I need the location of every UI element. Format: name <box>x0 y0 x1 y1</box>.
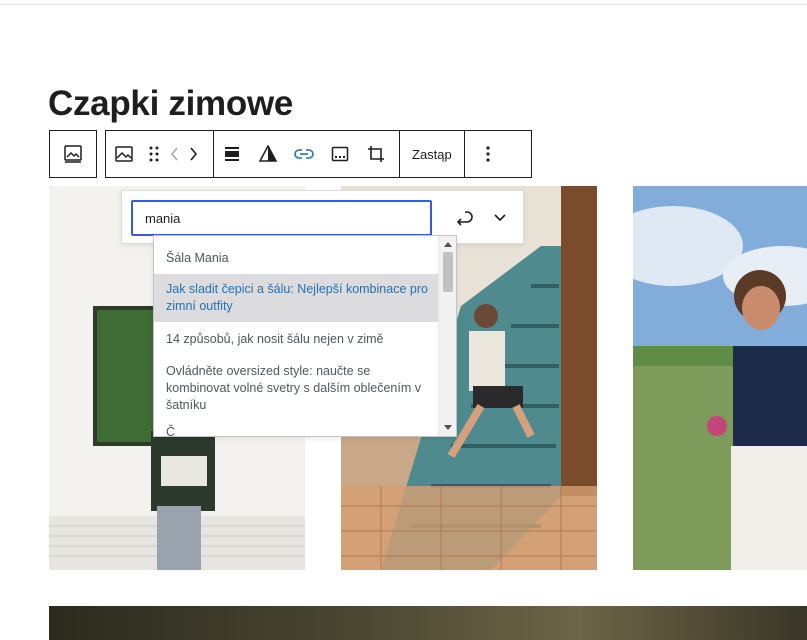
move-left-icon <box>170 147 178 161</box>
drag-handle-icon <box>149 146 159 162</box>
align-button[interactable] <box>214 131 250 177</box>
link-button[interactable] <box>286 131 322 177</box>
suggestion-item[interactable]: 14 způsobů, jak nosit šálu nejen v zimě <box>154 322 440 357</box>
enter-return-icon <box>456 211 473 226</box>
suggestions-scrollbar[interactable] <box>438 236 456 436</box>
duotone-icon <box>259 145 277 162</box>
suggestion-item[interactable]: Šála Mania <box>154 236 440 274</box>
link-settings-toggle[interactable] <box>483 201 517 235</box>
chevron-down-icon <box>494 214 506 222</box>
move-right-button[interactable] <box>184 131 202 177</box>
crop-icon <box>368 146 384 162</box>
image-icon <box>115 146 133 162</box>
link-url-input[interactable] <box>131 200 432 236</box>
caption-icon <box>331 146 349 162</box>
replace-button[interactable]: Zastąp <box>400 131 464 177</box>
top-divider <box>0 4 807 5</box>
suggestion-item[interactable]: Č <box>154 420 440 436</box>
more-options-icon <box>486 146 490 162</box>
duotone-button[interactable] <box>250 131 286 177</box>
block-toolbar: Zastąp <box>105 130 532 178</box>
link-submit-button[interactable] <box>448 201 482 235</box>
block-switcher-group <box>49 130 97 178</box>
page-title[interactable]: Czapki zimowe <box>48 84 293 124</box>
crop-button[interactable] <box>358 131 394 177</box>
image-block-icon <box>64 145 82 163</box>
suggestion-item-selected[interactable]: Jak sladit čepici a šálu: Nejlepší kombi… <box>154 274 440 322</box>
scroll-up-icon[interactable] <box>444 242 452 247</box>
align-icon <box>225 147 239 161</box>
gallery-block-button[interactable] <box>50 131 96 177</box>
move-right-icon <box>190 147 198 161</box>
drag-handle[interactable] <box>142 131 166 177</box>
scroll-down-icon[interactable] <box>444 425 452 430</box>
gallery-image-4[interactable] <box>49 606 807 640</box>
scroll-thumb[interactable] <box>443 252 453 292</box>
more-options-button[interactable] <box>465 131 511 177</box>
caption-button[interactable] <box>322 131 358 177</box>
link-suggestions-list: Šála Mania Jak sladit čepici a šálu: Nej… <box>153 235 457 437</box>
suggestion-item[interactable]: Ovládněte oversized style: naučte se kom… <box>154 357 440 420</box>
move-left-button[interactable] <box>166 131 184 177</box>
gallery-image-3[interactable] <box>633 186 807 570</box>
image-type-button[interactable] <box>106 131 142 177</box>
suggestions-items: Šála Mania Jak sladit čepici a šálu: Nej… <box>154 236 440 436</box>
photo-woman-field <box>633 186 807 570</box>
link-icon <box>294 149 314 159</box>
